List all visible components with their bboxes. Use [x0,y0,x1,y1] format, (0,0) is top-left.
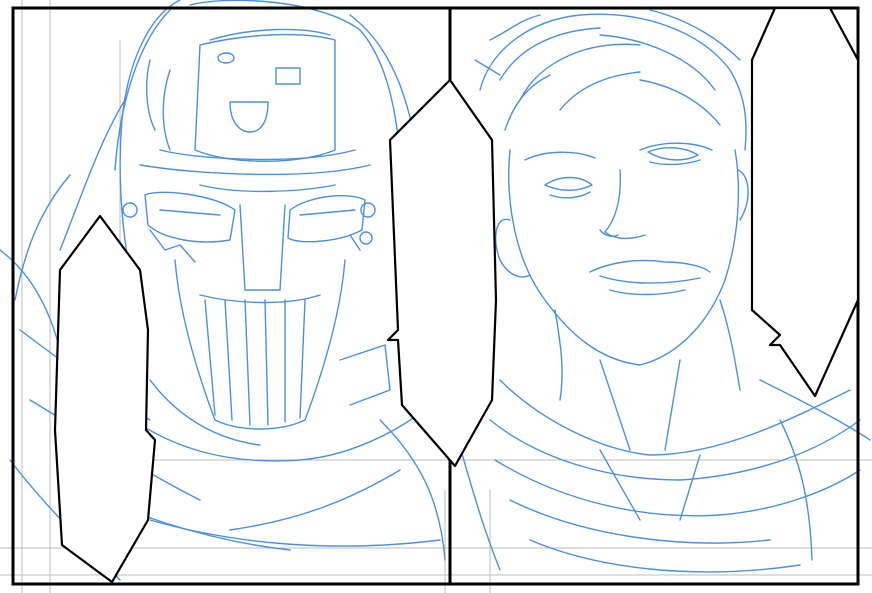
comic-page-canvas[interactable] [0,0,872,593]
speech-balloon-right[interactable] [750,6,860,398]
speech-balloon-middle[interactable] [386,78,498,468]
speech-balloon-left[interactable] [53,214,157,584]
comic-page-art [0,0,872,593]
